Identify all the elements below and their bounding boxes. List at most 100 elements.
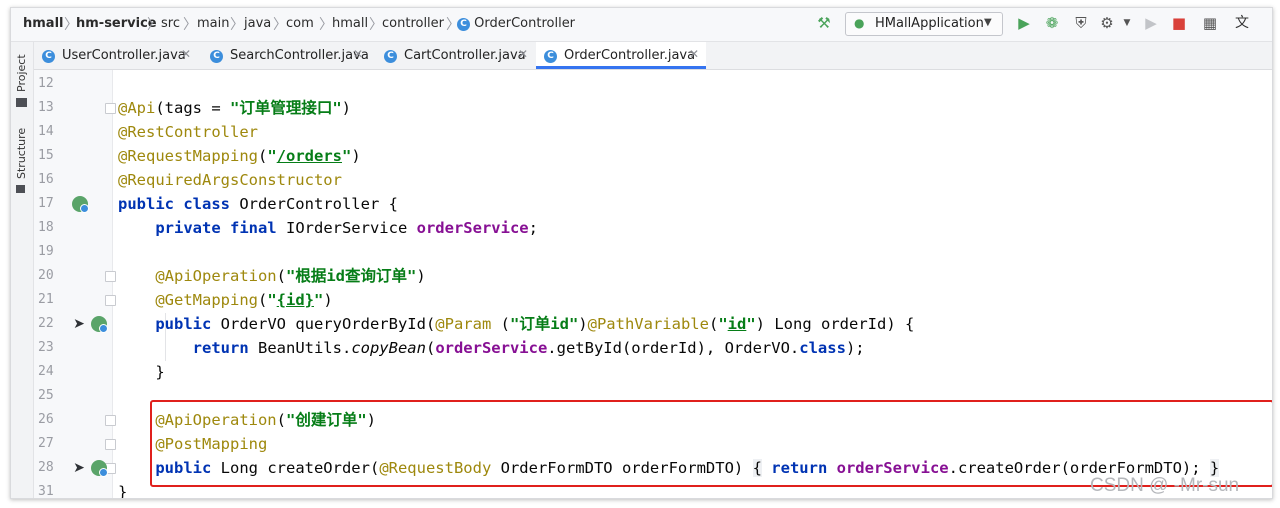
close-icon[interactable]: ✕ (689, 47, 699, 61)
code-text: ( (257, 291, 268, 309)
chevron-right-icon: 〉 (319, 17, 333, 33)
line-number: 20 (38, 268, 54, 283)
fold-toggle-icon[interactable] (105, 295, 116, 306)
breadcrumb-ordercontroller[interactable]: C OrderController (457, 16, 575, 31)
profile-icon[interactable]: ⚙ (1097, 14, 1117, 32)
url-path-link[interactable]: /orders (277, 147, 342, 165)
breadcrumb-com[interactable]: com (286, 16, 314, 31)
translate-icon[interactable]: 文 (1232, 14, 1252, 32)
breadcrumb-main[interactable]: main (197, 16, 229, 31)
code-line-18: private final IOrderService orderService… (118, 216, 538, 240)
code-line-20: @ApiOperation("根据id查询订单") (118, 264, 425, 288)
tab-cartcontroller[interactable]: C CartController.java ✕ (376, 42, 534, 69)
close-icon[interactable]: ✕ (518, 47, 528, 61)
static-method: copyBean (351, 339, 426, 357)
breadcrumb-hmall[interactable]: hmall (23, 16, 64, 31)
run-endpoint-icon[interactable]: ➤ (71, 316, 87, 332)
stop-icon[interactable]: ■ (1169, 14, 1189, 32)
line-number: 25 (38, 388, 54, 403)
debug-icon[interactable]: ❁ (1042, 14, 1062, 32)
class-icon: C (457, 18, 470, 31)
annotation: @RestController (118, 123, 258, 141)
spring-bean-icon[interactable] (91, 460, 108, 477)
line-number: 14 (38, 124, 54, 139)
code-line-17: public class OrderController { (118, 192, 398, 216)
breadcrumb-hmall-package[interactable]: hmall (332, 16, 368, 31)
chevron-right-icon: 〉 (369, 17, 383, 33)
breadcrumb-java[interactable]: java (244, 16, 271, 31)
string-quote: " (314, 291, 324, 309)
tab-label: OrderController.java (564, 48, 696, 63)
breadcrumb-src[interactable]: src (161, 16, 180, 31)
run-configuration-select[interactable]: ● HMallApplication ▼ (845, 12, 1003, 36)
class-icon: C (42, 50, 55, 63)
tab-ordercontroller[interactable]: C OrderController.java ✕ (536, 42, 706, 69)
keyword: private final (155, 219, 277, 237)
line-number: 19 (38, 244, 54, 259)
fold-toggle-icon[interactable] (105, 103, 116, 114)
code-text: ( (708, 315, 719, 333)
keyword: public class (118, 195, 230, 213)
fold-toggle-icon[interactable] (105, 439, 116, 450)
breadcrumb-ordercontroller-label: OrderController (474, 16, 576, 31)
project-structure-icon[interactable]: ▦ (1200, 14, 1220, 32)
code-text: BeanUtils. (248, 339, 352, 357)
coverage-icon[interactable]: ⛨ (1071, 14, 1091, 32)
chevron-right-icon: 〉 (183, 17, 197, 33)
run-icon[interactable]: ▶ (1014, 14, 1034, 32)
line-number: 26 (38, 412, 54, 427)
path-variable-link[interactable]: id (728, 315, 747, 333)
string-quote: " (718, 315, 728, 333)
annotation: @ApiOperation (155, 267, 277, 285)
more-run-options-icon[interactable]: ▼ (1117, 14, 1137, 32)
fold-toggle-icon[interactable] (105, 271, 116, 282)
string-quote: " (267, 291, 277, 309)
project-tool-window-button[interactable]: Project (15, 54, 28, 92)
code-text: .getById(orderId), OrderVO. (547, 339, 800, 357)
close-icon[interactable]: ✕ (181, 47, 191, 61)
spring-bean-icon[interactable] (72, 196, 89, 213)
string-quote: " (746, 315, 756, 333)
code-text: } (118, 363, 165, 381)
code-line-13: @Api(tags = "订单管理接口") (118, 96, 351, 120)
code-text: ) (351, 147, 361, 165)
tab-usercontroller[interactable]: C UserController.java ✕ (34, 42, 196, 69)
spring-bean-icon[interactable] (91, 316, 108, 333)
line-number: 15 (38, 148, 54, 163)
code-editor[interactable]: 12 13 14 15 16 17 18 19 20 21 22 23 24 2… (34, 70, 1272, 498)
run-configuration-label: HMallApplication (875, 16, 984, 31)
code-text: ( (425, 339, 436, 357)
tab-label: CartController.java (404, 48, 526, 63)
code-line-14: @RestController (118, 120, 258, 144)
code-text: ( (491, 315, 510, 333)
tab-searchcontroller[interactable]: C SearchController.java ✕ (202, 42, 370, 69)
structure-tool-window-button[interactable]: Structure (15, 128, 28, 179)
tab-label: SearchController.java (230, 48, 369, 63)
url-path-link[interactable]: {id} (277, 291, 314, 309)
structure-icon (16, 185, 25, 193)
breadcrumb-hm-service[interactable]: hm-service (76, 16, 157, 31)
line-number: 24 (38, 364, 54, 379)
line-number: 27 (38, 436, 54, 451)
breadcrumb-controller[interactable]: controller (382, 16, 444, 31)
class-icon: C (384, 50, 397, 63)
close-icon[interactable]: ✕ (353, 47, 363, 61)
build-hammer-icon[interactable]: ⚒ (814, 14, 834, 32)
code-line-22: public OrderVO queryOrderById(@Param ("订… (118, 312, 914, 336)
code-line-16: @RequiredArgsConstructor (118, 168, 342, 192)
run-endpoint-icon[interactable]: ➤ (71, 460, 87, 476)
rerun-icon[interactable]: ▶ (1141, 14, 1161, 32)
code-text: ; (528, 219, 538, 237)
folder-icon (16, 98, 27, 107)
tool-window-strip: Project Structure (11, 42, 34, 498)
code-line-24: } (118, 360, 165, 384)
fold-toggle-icon[interactable] (105, 415, 116, 426)
code-line-31: } (118, 480, 127, 498)
editor-gutter: 12 13 14 15 16 17 18 19 20 21 22 23 24 2… (34, 70, 116, 498)
string-literal: "订单管理接口" (229, 99, 342, 117)
code-line-23: return BeanUtils.copyBean(orderService.g… (118, 336, 865, 360)
